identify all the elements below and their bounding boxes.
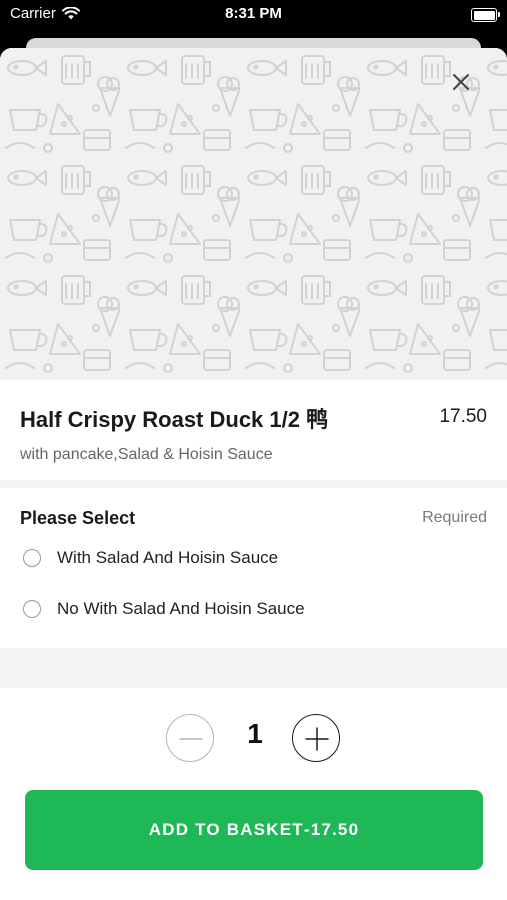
option-label: No With Salad And Hoisin Sauce: [57, 599, 305, 618]
radio-button[interactable]: [23, 549, 41, 567]
option-label: With Salad And Hoisin Sauce: [57, 548, 279, 567]
section-divider: [0, 648, 507, 688]
quantity-stepper: 1: [0, 688, 507, 788]
minus-icon: [179, 738, 203, 740]
add-to-basket-price: 17.50: [310, 820, 360, 839]
add-to-basket-button[interactable]: ADD TO BASKET - 17.50: [25, 790, 483, 870]
decrease-quantity-button[interactable]: [166, 714, 214, 762]
item-description: with pancake,Salad & Hoisin Sauce: [20, 446, 273, 463]
item-price: 17.50: [439, 406, 487, 427]
close-button[interactable]: [449, 70, 473, 94]
section-divider: [0, 480, 507, 488]
item-hero-image: [0, 48, 507, 380]
item-detail-sheet: Half Crispy Roast Duck 1/2 鸭 17.50 with …: [0, 48, 507, 900]
cta-separator: -: [303, 820, 311, 839]
required-label: Required: [422, 509, 487, 526]
status-bar: Carrier 8:31 PM: [0, 0, 507, 30]
food-doodle-pattern: [0, 48, 507, 380]
radio-button[interactable]: [23, 600, 41, 618]
increase-quantity-button[interactable]: [292, 714, 340, 762]
close-icon: [453, 74, 469, 90]
add-to-basket-label: ADD TO BASKET: [148, 820, 304, 839]
plus-icon: [305, 727, 329, 751]
quantity-value: 1: [247, 718, 263, 749]
status-time: 8:31 PM: [225, 5, 282, 22]
option-no-salad[interactable]: No With Salad And Hoisin Sauce: [20, 591, 487, 627]
battery-icon: [471, 8, 500, 22]
item-title: Half Crispy Roast Duck 1/2 鸭: [20, 407, 329, 432]
option-group: Please Select Required With Salad And Ho…: [0, 488, 507, 648]
option-with-salad[interactable]: With Salad And Hoisin Sauce: [20, 540, 487, 576]
item-header: Half Crispy Roast Duck 1/2 鸭 17.50 with …: [0, 380, 507, 480]
option-group-title: Please Select: [20, 508, 136, 528]
